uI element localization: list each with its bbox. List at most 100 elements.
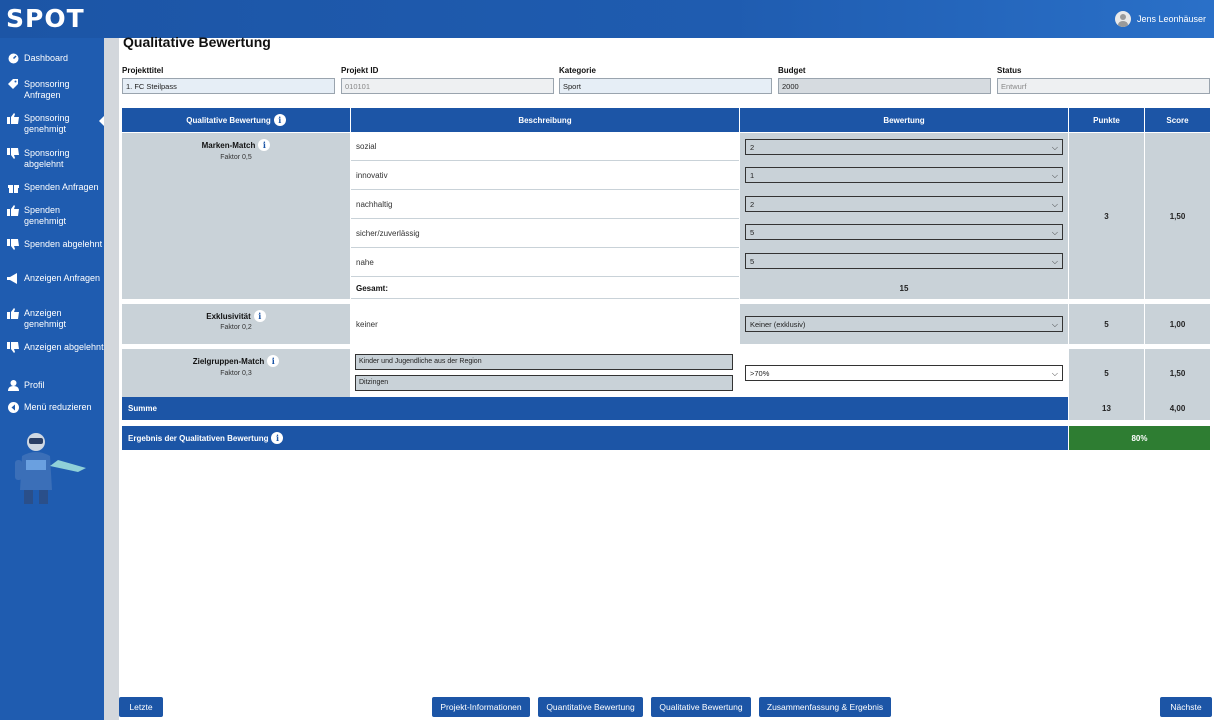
select-value: 5 (750, 256, 755, 266)
summe-punkte: 13 (1069, 397, 1144, 420)
zielgruppen-faktor: Faktor 0,3 (220, 370, 252, 377)
header-score: Score (1145, 108, 1210, 132)
projekttitel-input[interactable]: 1. FC Steilpass (122, 78, 335, 94)
sidebar-item-label: Menü reduzieren (24, 402, 92, 412)
zielgruppen-select[interactable]: >70% ⌵ (745, 365, 1063, 381)
thumbs-down-icon (6, 342, 20, 353)
gesamt-value: 15 (740, 278, 1068, 299)
sidebar-item-spenden-anfragen[interactable]: Spenden Anfragen (0, 182, 104, 193)
app-logo[interactable]: SPOT (6, 4, 85, 33)
bewertung-select-nachhaltig[interactable]: 2 ⌵ (745, 196, 1063, 212)
chevron-down-icon: ⌵ (1051, 320, 1058, 329)
megaphone-icon (6, 273, 20, 284)
sidebar-item-menu-reduzieren[interactable]: Menü reduzieren (0, 402, 104, 413)
collapse-icon (6, 402, 20, 413)
quantitative-bewertung-button[interactable]: Quantitative Bewertung (538, 697, 643, 717)
header-punkte: Punkte (1069, 108, 1144, 132)
sidebar-item-sponsoring-abgelehnt[interactable]: Sponsoring abgelehnt (0, 148, 104, 170)
mascot-robot-illustration (12, 430, 90, 504)
exklusivitaet-select[interactable]: Keiner (exklusiv) ⌵ (745, 316, 1063, 332)
sidebar-item-profil[interactable]: Profil (0, 380, 104, 391)
exklusivitaet-faktor: Faktor 0,2 (220, 324, 252, 331)
chevron-down-icon: ⌵ (1051, 143, 1058, 152)
info-icon[interactable]: i (271, 432, 284, 444)
bewertung-select-sozial[interactable]: 2 ⌵ (745, 139, 1063, 155)
select-value: 5 (750, 227, 755, 237)
sidebar-item-spenden-genehmigt[interactable]: Spenden genehmigt (0, 205, 104, 227)
sidebar-item-spenden-abgelehnt[interactable]: Spenden abgelehnt (0, 239, 104, 250)
info-icon[interactable]: i (273, 114, 286, 126)
dashboard-icon (6, 53, 20, 64)
user-menu[interactable]: Jens Leonhäuser (1114, 11, 1206, 27)
avatar-icon (1114, 11, 1131, 27)
marken-match-cell: Marken-Match i Faktor 0,5 (122, 133, 350, 299)
field-label: Status (997, 66, 1022, 75)
field-label: Projekttitel (122, 66, 164, 75)
thumbs-up-icon (6, 308, 20, 319)
sidebar-item-dashboard[interactable]: Dashboard (0, 53, 104, 64)
sidebar-item-label: Dashboard (24, 53, 69, 63)
summe-label: Summe (122, 397, 1068, 420)
projekt-id-input[interactable]: 010101 (341, 78, 554, 94)
zielgruppen-ort-input[interactable]: Ditzingen (355, 375, 733, 391)
field-label: Budget (778, 66, 806, 75)
status-input[interactable]: Entwurf (997, 78, 1210, 94)
gesamt-label: Gesamt: (351, 278, 739, 299)
header-bewertung: Bewertung (740, 108, 1068, 132)
sidebar-item-anzeigen-anfragen[interactable]: Anzeigen Anfragen (0, 273, 104, 284)
select-value: 2 (750, 199, 755, 209)
select-value: Keiner (exklusiv) (750, 319, 806, 329)
info-icon[interactable]: i (253, 310, 266, 322)
sidebar-item-anzeigen-abgelehnt[interactable]: Anzeigen abgelehnt (0, 342, 104, 353)
bewertung-select-nahe[interactable]: 5 ⌵ (745, 253, 1063, 269)
info-icon[interactable]: i (267, 355, 280, 367)
sidebar-item-anzeigen-genehmigt[interactable]: Anzeigen genehmigt (0, 308, 104, 330)
field-label: Projekt ID (341, 66, 379, 75)
naechste-button[interactable]: Nächste (1160, 697, 1212, 717)
bewertung-select-innovativ[interactable]: 1 ⌵ (745, 167, 1063, 183)
zusammenfassung-ergebnis-button[interactable]: Zusammenfassung & Ergebnis (759, 697, 891, 717)
header-qualitative: Qualitative Bewertung i (122, 108, 350, 132)
chevron-down-icon: ⌵ (1051, 171, 1058, 180)
projekt-informationen-button[interactable]: Projekt-Informationen (432, 697, 530, 717)
thumbs-down-icon (6, 239, 20, 250)
user-name: Jens Leonhäuser (1136, 14, 1206, 24)
bewertung-select-sicher[interactable]: 5 ⌵ (745, 224, 1063, 240)
thumbs-up-icon (6, 205, 20, 216)
ergebnis-value: 80% (1069, 426, 1210, 450)
info-icon[interactable]: i (258, 139, 271, 151)
marken-match-row-desc: innovativ (351, 162, 739, 190)
sidebar-item-sponsoring-genehmigt[interactable]: Sponsoring genehmigt (0, 113, 104, 135)
kategorie-input[interactable]: Sport (559, 78, 772, 94)
chevron-down-icon: ⌵ (1051, 228, 1058, 237)
project-fields: Projekttitel 1. FC Steilpass Projekt ID … (122, 66, 1212, 96)
sidebar-item-label: Spenden Anfragen (24, 182, 99, 192)
header-label: Qualitative Bewertung (186, 115, 271, 125)
zielgruppen-text-input[interactable]: Kinder und Jugendliche aus der Region (355, 354, 733, 370)
sidebar-item-label: Anzeigen Anfragen (24, 273, 101, 283)
chevron-down-icon: ⌵ (1051, 369, 1058, 378)
zielgruppen-cell: Zielgruppen-Match i Faktor 0,3 (122, 349, 350, 397)
sidebar-item-label: Anzeigen abgelehnt (24, 342, 104, 352)
letzte-button[interactable]: Letzte (119, 697, 163, 717)
thumbs-down-icon (6, 148, 20, 159)
gift-icon (6, 182, 20, 193)
field-budget: Budget 2000 (778, 66, 991, 94)
budget-input[interactable]: 2000 (778, 78, 991, 94)
chevron-down-icon: ⌵ (1051, 257, 1058, 266)
exklusivitaet-title: Exklusivität (206, 312, 251, 321)
field-kategorie: Kategorie Sport (559, 66, 772, 94)
exklusivitaet-cell: Exklusivität i Faktor 0,2 (122, 304, 350, 344)
ergebnis-label: Ergebnis der Qualitativen Bewertung (128, 433, 269, 443)
exklusivitaet-desc: keiner (356, 319, 378, 329)
main-content: Qualitative Bewertung Projekttitel 1. FC… (119, 34, 1214, 720)
marken-match-row-desc: sicher/zuverlässig (351, 220, 739, 248)
marken-match-title: Marken-Match (201, 141, 256, 150)
sidebar: Dashboard Sponsoring Anfragen Sponsoring… (0, 38, 104, 720)
marken-match-punkte: 3 (1069, 133, 1144, 299)
field-projekt-id: Projekt ID 010101 (341, 66, 554, 94)
sidebar-item-label: Spenden genehmigt (24, 205, 67, 226)
marken-match-row-desc: nachhaltig (351, 191, 739, 219)
sidebar-item-sponsoring-anfragen[interactable]: Sponsoring Anfragen (0, 79, 104, 101)
qualitative-bewertung-button[interactable]: Qualitative Bewertung (651, 697, 751, 717)
